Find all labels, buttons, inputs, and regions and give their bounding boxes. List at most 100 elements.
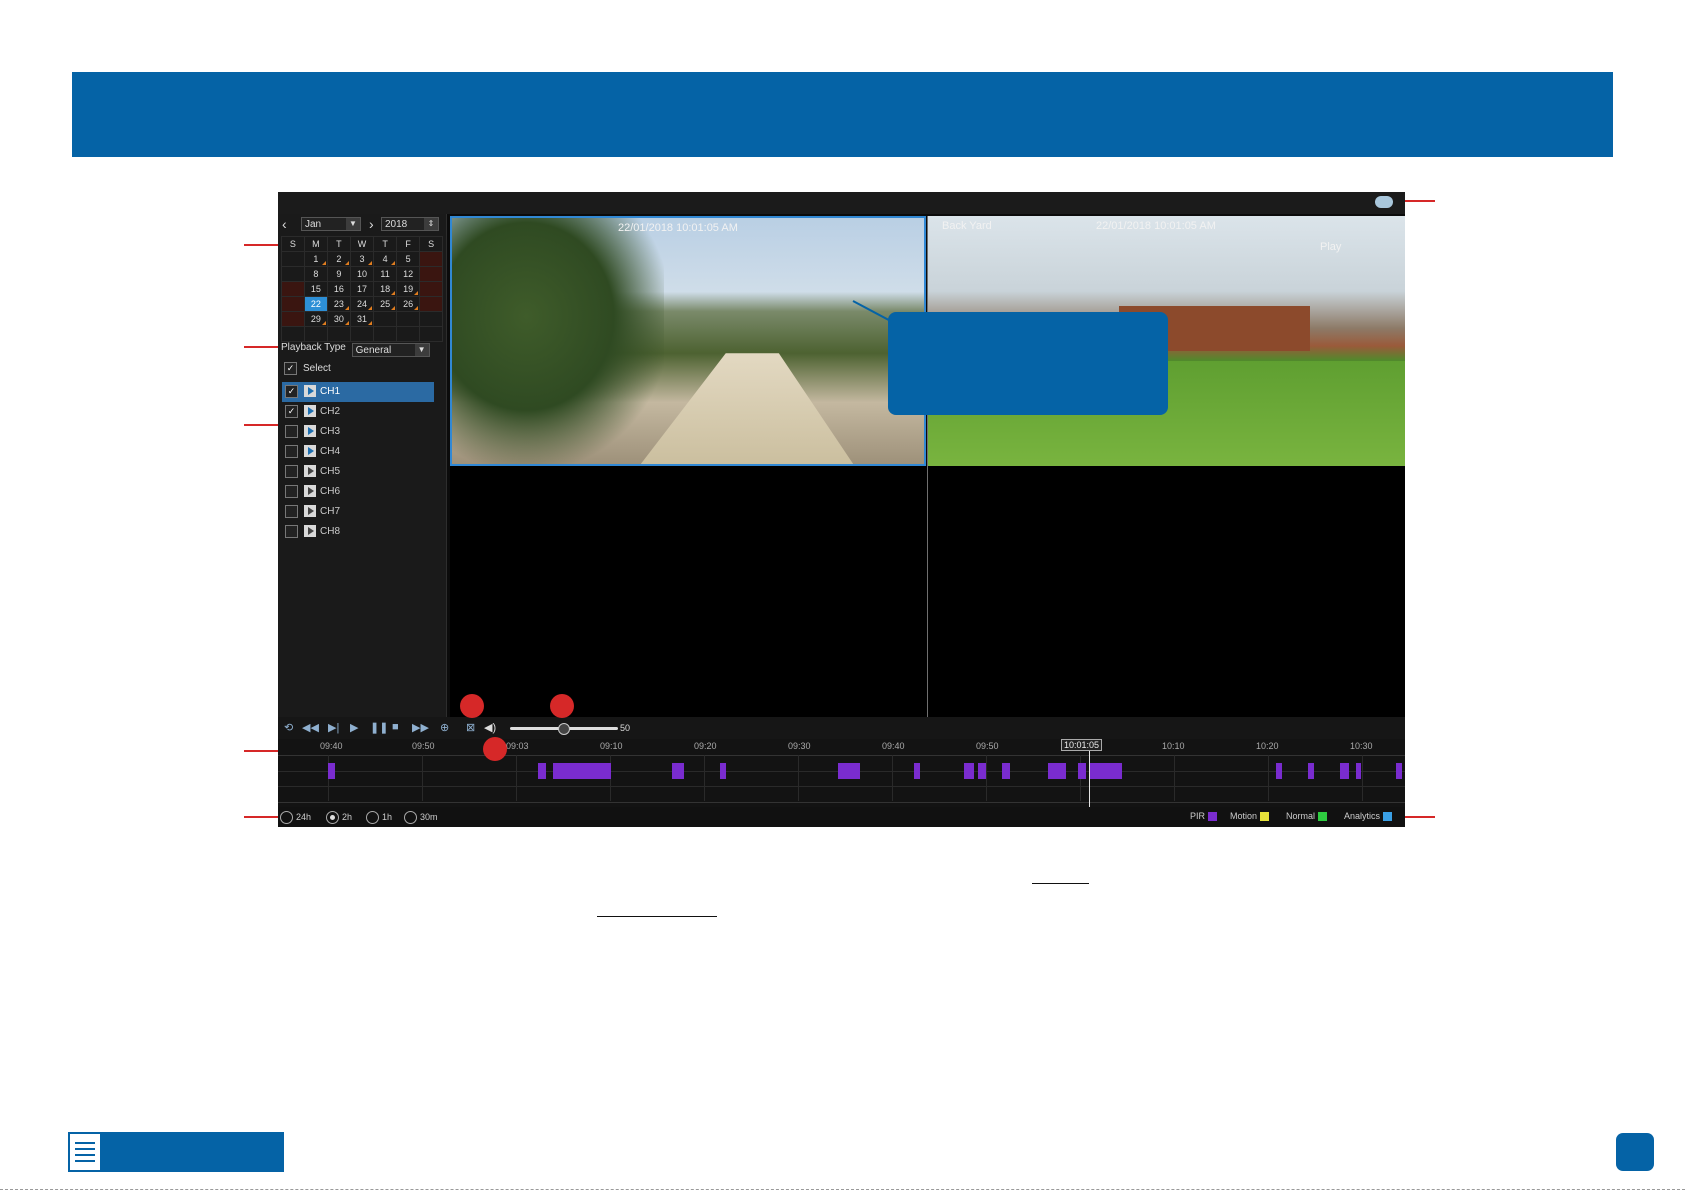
- pause-icon[interactable]: ❚❚: [370, 721, 388, 734]
- calendar-day[interactable]: 23: [326, 296, 351, 312]
- calendar-day[interactable]: 2: [326, 251, 351, 267]
- speaker-icon[interactable]: ◀): [484, 721, 496, 734]
- camera-view-ch1[interactable]: 22/01/2018 10:01:05 AM: [450, 216, 926, 466]
- calendar-day[interactable]: [396, 311, 421, 327]
- calendar-day[interactable]: 16: [326, 281, 351, 297]
- toggle-icon[interactable]: [1375, 196, 1393, 208]
- volume-knob[interactable]: [558, 723, 570, 735]
- timeline[interactable]: 09:40 09:50 09:03 09:10 09:20 09:30 09:4…: [278, 739, 1405, 807]
- calendar-day[interactable]: [419, 311, 443, 327]
- calendar-day[interactable]: 25: [373, 296, 398, 312]
- calendar-day[interactable]: 30: [326, 311, 351, 327]
- channel-item[interactable]: CH7: [282, 502, 434, 522]
- time-tick: 09:50: [412, 741, 435, 751]
- channel-item[interactable]: CH8: [282, 522, 434, 542]
- zoom-icon[interactable]: ⊕: [440, 721, 449, 734]
- calendar-day[interactable]: 19: [396, 281, 421, 297]
- channel-checkbox[interactable]: [285, 504, 298, 518]
- play-icon[interactable]: ▶: [350, 721, 358, 734]
- channel-item[interactable]: CH4: [282, 442, 434, 462]
- weekday-label: M: [303, 236, 328, 252]
- calendar-day[interactable]: [281, 296, 305, 312]
- select-all-row[interactable]: ✓ Select: [284, 362, 331, 375]
- clip-icon[interactable]: ⊠: [466, 721, 475, 734]
- channel-item[interactable]: CH5: [282, 462, 434, 482]
- calendar-day[interactable]: 8: [303, 266, 328, 282]
- calendar-day[interactable]: [419, 296, 443, 312]
- calendar-day[interactable]: [373, 311, 398, 327]
- header-bar: [72, 72, 1613, 157]
- channel-checkbox[interactable]: ✓: [285, 404, 298, 418]
- range-1h[interactable]: 1h: [366, 811, 392, 824]
- camera-play-icon: [304, 485, 316, 498]
- channel-item[interactable]: ✓ CH2: [282, 402, 434, 422]
- playback-type-value: General: [355, 345, 392, 356]
- year-select[interactable]: 2018 ⇕: [381, 217, 439, 231]
- grid-line: [798, 755, 799, 801]
- calendar-day[interactable]: 18: [373, 281, 398, 297]
- playback-type-label: Playback Type: [281, 342, 346, 353]
- range-30m[interactable]: 30m: [404, 811, 438, 824]
- chevron-down-icon: ▼: [414, 344, 429, 356]
- calendar-day[interactable]: 24: [349, 296, 375, 312]
- legend-analytics: Analytics: [1344, 811, 1393, 822]
- next-month-icon[interactable]: ›: [369, 216, 374, 232]
- grid-line: [1268, 755, 1269, 801]
- channel-checkbox[interactable]: [285, 444, 298, 458]
- calendar-day[interactable]: 1: [303, 251, 328, 267]
- range-2h[interactable]: 2h: [326, 811, 352, 824]
- step-back-icon[interactable]: ▶|: [328, 721, 339, 734]
- calendar-day[interactable]: [281, 266, 305, 282]
- select-all-checkbox[interactable]: ✓: [284, 362, 297, 375]
- calendar-day[interactable]: 9: [326, 266, 351, 282]
- calendar-day[interactable]: 29: [303, 311, 328, 327]
- channel-checkbox[interactable]: ✓: [285, 384, 298, 398]
- time-tick: 09:40: [882, 741, 905, 751]
- weekday-label: T: [326, 236, 351, 252]
- calendar-day[interactable]: 31: [349, 311, 375, 327]
- stop-icon[interactable]: ■: [392, 721, 399, 733]
- calendar-day-selected[interactable]: 22: [303, 296, 328, 312]
- reverse-icon[interactable]: ⟲: [284, 721, 293, 734]
- rewind-icon[interactable]: ◀◀: [302, 721, 319, 734]
- calendar-day[interactable]: 17: [349, 281, 375, 297]
- channel-checkbox[interactable]: [285, 424, 298, 438]
- channel-item[interactable]: ✓ CH1: [282, 382, 434, 402]
- calendar-day[interactable]: 15: [303, 281, 328, 297]
- playback-type-select[interactable]: General ▼: [351, 343, 430, 357]
- calendar-day[interactable]: 12: [396, 266, 421, 282]
- calendar-day[interactable]: [419, 251, 443, 267]
- pir-segment: [1002, 763, 1010, 779]
- calendar-day[interactable]: 11: [373, 266, 398, 282]
- calendar-day[interactable]: 5: [396, 251, 421, 267]
- legend-label: Motion: [1230, 811, 1258, 821]
- pir-segment: [978, 763, 986, 779]
- radio-icon[interactable]: [404, 811, 417, 824]
- radio-icon[interactable]: [326, 811, 339, 824]
- channel-checkbox[interactable]: [285, 484, 298, 498]
- calendar-day[interactable]: [419, 281, 443, 297]
- calendar-day[interactable]: 4: [373, 251, 398, 267]
- calendar-day[interactable]: [419, 266, 443, 282]
- month-select[interactable]: Jan ▼: [301, 217, 361, 231]
- calendar-day[interactable]: 26: [396, 296, 421, 312]
- range-24h[interactable]: 24h: [280, 811, 311, 824]
- channel-item[interactable]: CH3: [282, 422, 434, 442]
- channel-checkbox[interactable]: [285, 524, 298, 538]
- calendar-day[interactable]: 3: [349, 251, 375, 267]
- radio-icon[interactable]: [280, 811, 293, 824]
- calendar-day[interactable]: [281, 281, 305, 297]
- playback-window: ‹ Jan ▼ › 2018 ⇕ S M T W T F S 1 2 3 4 5…: [278, 192, 1405, 827]
- channel-checkbox[interactable]: [285, 464, 298, 478]
- fast-forward-icon[interactable]: ▶▶: [412, 721, 429, 734]
- calendar-day[interactable]: [281, 251, 305, 267]
- calendar-day[interactable]: 10: [349, 266, 375, 282]
- grid-line: [516, 755, 517, 801]
- main-menu-button[interactable]: [68, 1132, 284, 1172]
- calendar-day[interactable]: [281, 311, 305, 327]
- playhead[interactable]: [1089, 749, 1090, 807]
- time-tick: 09:50: [976, 741, 999, 751]
- channel-item[interactable]: CH6: [282, 482, 434, 502]
- prev-month-icon[interactable]: ‹: [282, 216, 287, 232]
- radio-icon[interactable]: [366, 811, 379, 824]
